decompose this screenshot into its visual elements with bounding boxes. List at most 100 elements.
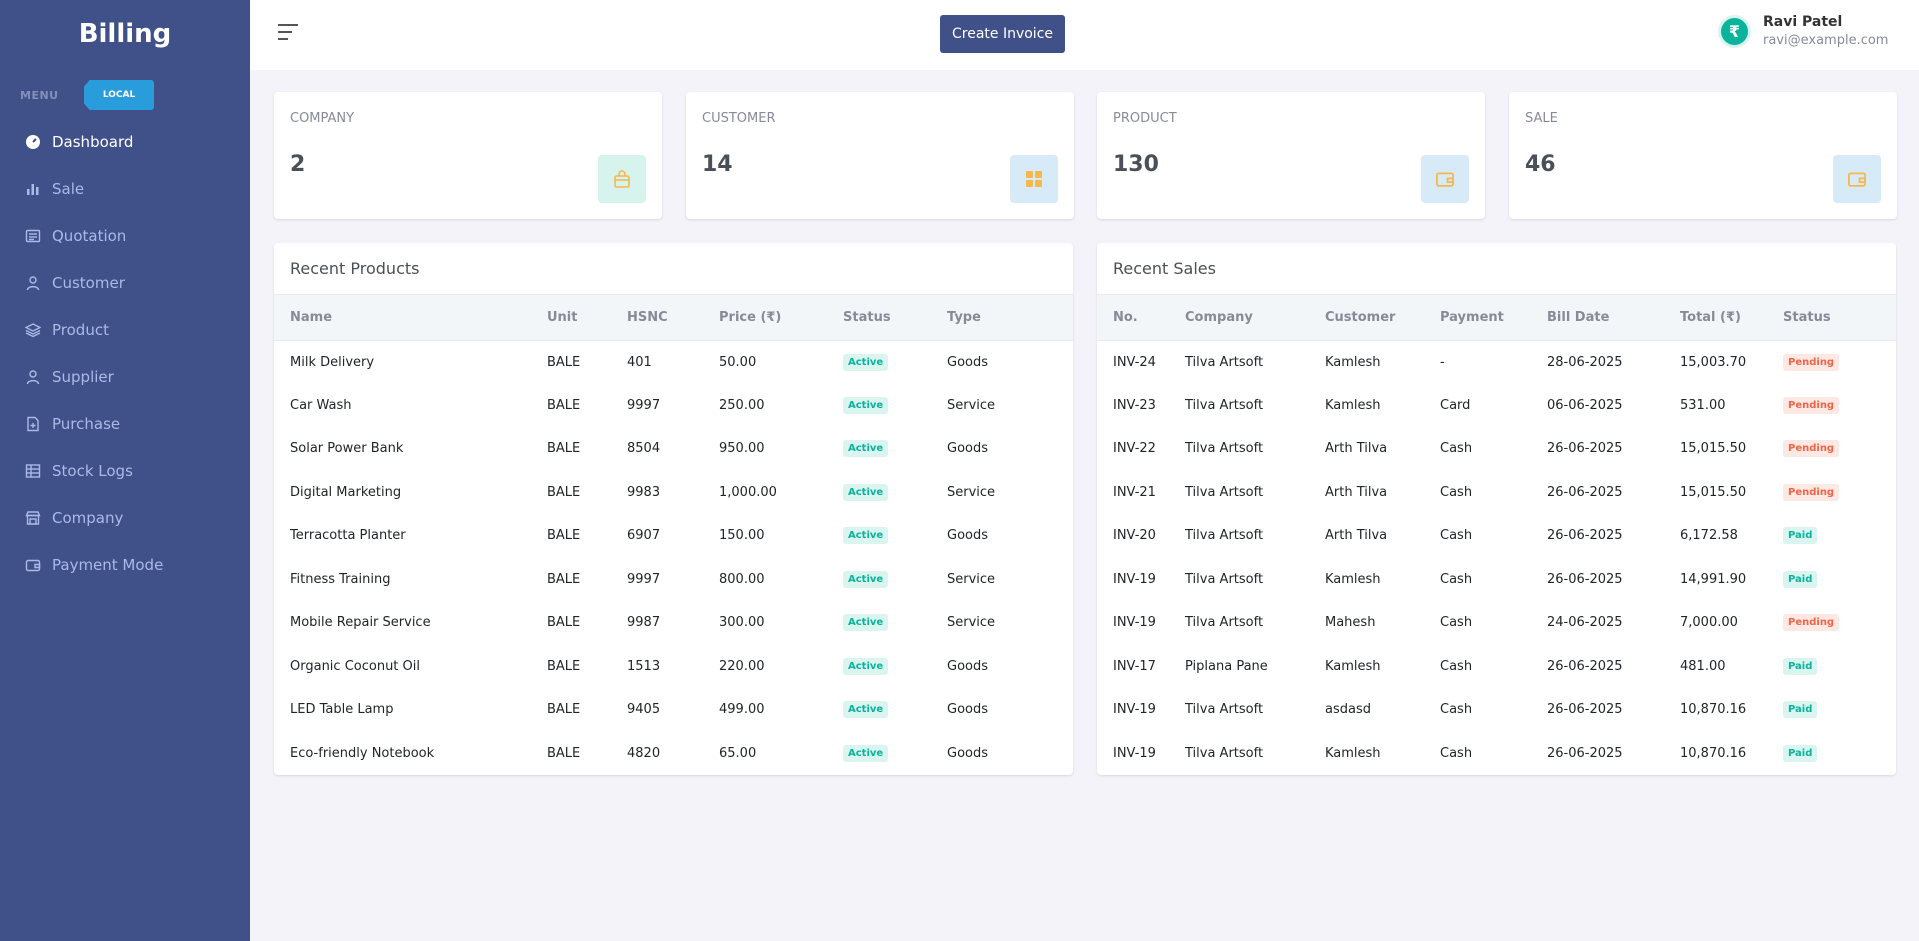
status-badge: Active — [843, 353, 889, 371]
column-header-no[interactable]: No. — [1097, 295, 1185, 341]
file-icon — [25, 416, 41, 432]
table-row[interactable]: INV-19 Tilva Artsoft Kamlesh Cash 26-06-2025… — [1097, 558, 1896, 602]
column-header-status[interactable]: Status — [843, 295, 947, 341]
table-cell-customer: Arth Tilva — [1325, 484, 1388, 500]
table-row[interactable]: INV-19 Tilva Artsoft asdasd Cash 26-06-2025 1… — [1097, 688, 1896, 732]
column-header-name[interactable]: Name — [274, 295, 547, 341]
table-row[interactable]: Mobile Repair Service BALE 9987 300.00 Activ… — [274, 601, 1073, 645]
table-cell-price: 150.00 — [719, 528, 765, 544]
table-cell-status: Pending — [1783, 427, 1896, 471]
table-cell-payment: Cash — [1440, 615, 1473, 631]
table-row[interactable]: LED Table Lamp BALE 9405 499.00 Active Goods — [274, 688, 1073, 732]
layers-icon — [25, 322, 41, 338]
sidebar-item-purchase[interactable]: Purchase — [0, 400, 250, 447]
column-header-price[interactable]: Price (₹) — [719, 295, 843, 341]
hamburger-menu-icon[interactable] — [278, 24, 298, 44]
table-row[interactable]: Car Wash BALE 9997 250.00 Active Service — [274, 384, 1073, 428]
sidebar-item-label: Company — [52, 508, 124, 527]
table-row[interactable]: INV-19 Tilva Artsoft Mahesh Cash 24-06-2025 7… — [1097, 601, 1896, 645]
table-row[interactable]: INV-20 Tilva Artsoft Arth Tilva Cash 26-06-2… — [1097, 514, 1896, 558]
user-profile[interactable]: ₹ Ravi Patel ravi@example.com — [1718, 14, 1888, 48]
table-cell-status: Pending — [1783, 601, 1896, 645]
recent-products-title: Recent Products — [274, 243, 1073, 295]
sidebar-item-label: Purchase — [52, 414, 121, 433]
sidebar-item-stock-logs[interactable]: Stock Logs — [0, 447, 250, 494]
sidebar-item-company[interactable]: Company — [0, 494, 250, 541]
create-invoice-button[interactable]: Create Invoice — [940, 15, 1065, 53]
table-cell-status: Paid — [1783, 514, 1896, 558]
table-row[interactable]: Eco-friendly Notebook BALE 4820 65.00 Active… — [274, 732, 1073, 776]
table-cell-status: Paid — [1783, 688, 1896, 732]
table-cell-unit: BALE — [547, 745, 581, 761]
table-row[interactable]: Digital Marketing BALE 9983 1,000.00 Active S… — [274, 471, 1073, 515]
table-cell-payment: Cash — [1440, 571, 1473, 587]
sidebar-item-product[interactable]: Product — [0, 306, 250, 353]
column-header-company[interactable]: Company — [1185, 295, 1325, 341]
column-header-total[interactable]: Total (₹) — [1680, 295, 1783, 341]
table-cell-status: Active — [843, 645, 947, 689]
table-row[interactable]: INV-19 Tilva Artsoft Kamlesh Cash 26-06-2025… — [1097, 732, 1896, 776]
table-cell-unit: BALE — [547, 702, 581, 718]
dashboard-icon — [25, 134, 41, 150]
table-cell-price: 499.00 — [719, 702, 765, 718]
table-row[interactable]: INV-17 Piplana Pane Kamlesh Cash 26-06-2025 4… — [1097, 645, 1896, 689]
table-cell-payment: Cash — [1440, 484, 1473, 500]
table-cell-bill-date: 26-06-2025 — [1547, 702, 1623, 718]
wallet-icon — [25, 557, 41, 573]
table-cell-no: INV-24 — [1113, 354, 1156, 370]
column-header-unit[interactable]: Unit — [547, 295, 627, 341]
table-icon — [25, 463, 41, 479]
table-cell-name: Milk Delivery — [290, 354, 375, 370]
column-header-status[interactable]: Status — [1783, 295, 1896, 341]
table-cell-hsnc: 9987 — [627, 615, 661, 631]
table-row[interactable]: Organic Coconut Oil BALE 1513 220.00 Active G… — [274, 645, 1073, 689]
sidebar-item-supplier[interactable]: Supplier — [0, 353, 250, 400]
recent-sales-panel: Recent Sales No. Company Customer Payment Bi… — [1097, 243, 1896, 775]
table-row[interactable]: INV-22 Tilva Artsoft Arth Tilva Cash 26-06-2… — [1097, 427, 1896, 471]
sidebar-item-sale[interactable]: Sale — [0, 165, 250, 212]
column-header-customer[interactable]: Customer — [1325, 295, 1440, 341]
table-cell-total: 15,015.50 — [1680, 441, 1747, 457]
column-header-type[interactable]: Type — [947, 295, 1073, 341]
table-cell-company: Tilva Artsoft — [1185, 702, 1264, 718]
table-row[interactable]: INV-23 Tilva Artsoft Kamlesh Card 06-06-2025… — [1097, 384, 1896, 428]
table-cell-payment: Cash — [1440, 745, 1473, 761]
table-cell-status: Active — [843, 384, 947, 428]
stat-label: SALE — [1525, 111, 1558, 126]
table-row[interactable]: INV-24 Tilva Artsoft Kamlesh - 28-06-2025 15,… — [1097, 340, 1896, 384]
status-badge: Pending — [1783, 396, 1840, 414]
column-header-bill-date[interactable]: Bill Date — [1547, 295, 1680, 341]
status-badge: Paid — [1783, 701, 1818, 719]
grid-icon — [1010, 155, 1058, 203]
table-cell-price: 220.00 — [719, 658, 765, 674]
table-row[interactable]: INV-21 Tilva Artsoft Arth Tilva Cash 26-06-2… — [1097, 471, 1896, 515]
table-row[interactable]: Solar Power Bank BALE 8504 950.00 Active Good… — [274, 427, 1073, 471]
sidebar-item-quotation[interactable]: Quotation — [0, 212, 250, 259]
sidebar-item-customer[interactable]: Customer — [0, 259, 250, 306]
status-badge: Paid — [1783, 527, 1818, 545]
status-badge: Pending — [1783, 440, 1840, 458]
status-badge: Paid — [1783, 744, 1818, 762]
table-cell-customer: Kamlesh — [1325, 354, 1381, 370]
table-cell-total: 15,003.70 — [1680, 354, 1747, 370]
status-badge: Active — [843, 744, 889, 762]
column-header-payment[interactable]: Payment — [1440, 295, 1547, 341]
table-cell-name: Eco-friendly Notebook — [290, 745, 435, 761]
table-row[interactable]: Terracotta Planter BALE 6907 150.00 Active Go… — [274, 514, 1073, 558]
user-email: ravi@example.com — [1763, 33, 1889, 48]
brand-logo[interactable]: Billing — [0, 0, 250, 68]
table-cell-customer: Kamlesh — [1325, 397, 1381, 413]
table-row[interactable]: Milk Delivery BALE 401 50.00 Active Goods — [274, 340, 1073, 384]
table-cell-no: INV-19 — [1113, 702, 1156, 718]
sidebar-item-payment-mode[interactable]: Payment Mode — [0, 541, 250, 588]
stat-card-product: PRODUCT 130 — [1097, 92, 1485, 219]
table-cell-bill-date: 26-06-2025 — [1547, 658, 1623, 674]
wallet-icon — [1421, 155, 1469, 203]
table-row[interactable]: Fitness Training BALE 9997 800.00 Active Serv… — [274, 558, 1073, 602]
sidebar-item-label: Product — [52, 320, 109, 339]
table-cell-price: 300.00 — [719, 615, 765, 631]
recent-sales-title: Recent Sales — [1097, 243, 1896, 295]
sidebar-item-dashboard[interactable]: Dashboard — [0, 118, 250, 165]
status-badge: Active — [843, 396, 889, 414]
column-header-hsnc[interactable]: HSNC — [627, 295, 719, 341]
